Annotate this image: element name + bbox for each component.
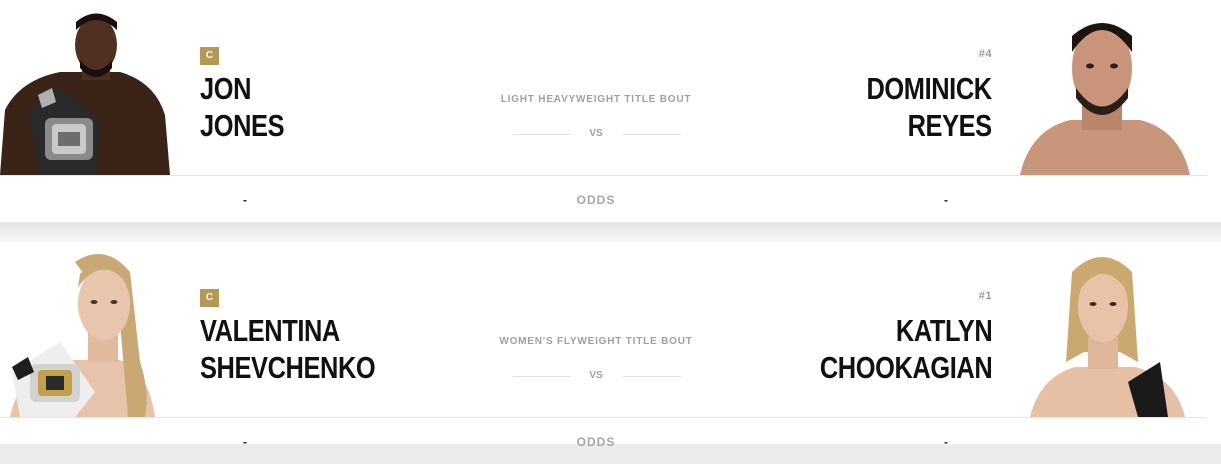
- champion-badge: C: [200, 289, 219, 307]
- fighter-first-name[interactable]: DOMINICK: [867, 70, 993, 107]
- fighter-first-name[interactable]: VALENTINA: [200, 312, 375, 349]
- fighter-last-name[interactable]: JONES: [200, 107, 285, 144]
- vs-label: VS: [589, 128, 603, 139]
- champion-badge: C: [200, 47, 219, 65]
- vs-divider-left: [513, 134, 571, 135]
- fighter-first-name[interactable]: JON: [200, 70, 284, 107]
- bout-title: WOMEN'S FLYWEIGHT TITLE BOUT: [499, 336, 693, 347]
- fight-card[interactable]: C VALENTINA SHEVCHENKO WOMEN'S FLYWEIGHT…: [0, 242, 1221, 449]
- red-corner-odds: -: [243, 435, 247, 449]
- vs-divider-right: [623, 376, 681, 377]
- fighter-last-name[interactable]: CHOOKAGIAN: [820, 349, 993, 386]
- blue-corner-odds: -: [944, 435, 948, 449]
- fighter-last-name[interactable]: SHEVCHENKO: [200, 349, 376, 386]
- fight-matchup: C JON JONES LIGHT HEAVYWEIGHT TITLE BOUT…: [0, 0, 1221, 175]
- red-corner-odds: -: [243, 193, 247, 207]
- blue-corner-fighter-name[interactable]: KATLYN CHOOKAGIAN: [820, 312, 993, 386]
- blue-corner-fighter-photo[interactable]: [1010, 0, 1200, 175]
- fighter-rank: #4: [978, 48, 992, 60]
- odds-label: ODDS: [576, 193, 616, 207]
- odds-row: - ODDS -: [0, 418, 1221, 464]
- red-corner-fighter-name[interactable]: VALENTINA SHEVCHENKO: [200, 312, 376, 386]
- fight-matchup: C VALENTINA SHEVCHENKO WOMEN'S FLYWEIGHT…: [0, 242, 1221, 417]
- blue-corner-fighter-photo[interactable]: [1010, 242, 1200, 417]
- vs-divider-right: [623, 134, 681, 135]
- odds-label: ODDS: [576, 435, 616, 449]
- vs-label: VS: [589, 370, 603, 381]
- fighter-first-name[interactable]: KATLYN: [820, 312, 993, 349]
- red-corner-fighter-photo[interactable]: [0, 242, 175, 417]
- red-corner-fighter-name[interactable]: JON JONES: [200, 70, 285, 144]
- blue-corner-fighter-name[interactable]: DOMINICK REYES: [867, 70, 993, 144]
- red-corner-fighter-photo[interactable]: [0, 0, 175, 175]
- fighter-rank: #1: [978, 290, 992, 302]
- blue-corner-odds: -: [944, 193, 948, 207]
- fight-card[interactable]: C JON JONES LIGHT HEAVYWEIGHT TITLE BOUT…: [0, 0, 1221, 222]
- vs-divider-left: [513, 376, 571, 377]
- card-separator: [0, 222, 1221, 242]
- bout-title: LIGHT HEAVYWEIGHT TITLE BOUT: [500, 94, 692, 105]
- fighter-last-name[interactable]: REYES: [867, 107, 993, 144]
- odds-row: - ODDS -: [0, 176, 1221, 222]
